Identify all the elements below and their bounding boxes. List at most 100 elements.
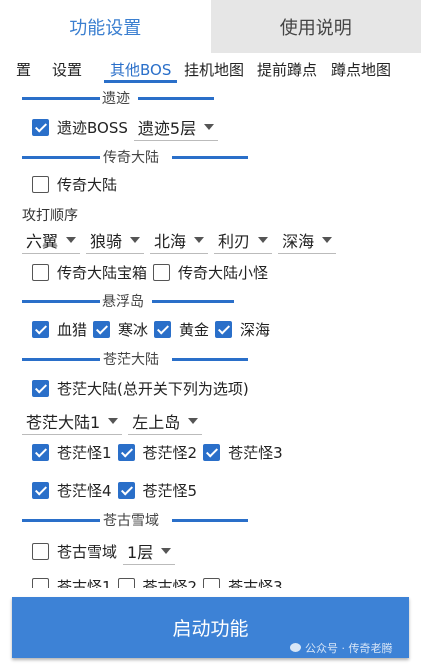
chuanqi-minion-label: 传奇大陆小怪 <box>178 264 269 282</box>
cangmang-monster-checkbox-4[interactable] <box>32 482 49 499</box>
sub-tab-bar: 置 设置 其他BOS 挂机地图 提前蹲点 蹲点地图 <box>0 53 421 87</box>
attack-order-row: 六翼 狼骑 北海 利刃 深海 <box>22 227 342 254</box>
xuanfu-label-1: 血猎 <box>57 321 88 339</box>
order-select-2[interactable]: 狼骑 <box>86 227 145 254</box>
cangmang-select-row: 苍茫大陆1 左上岛 <box>22 408 208 435</box>
yiji-row: 遗迹BOSS 遗迹5层 <box>32 114 224 141</box>
cangmang-monster-checkbox-3[interactable] <box>203 444 221 461</box>
section-divider-canggu: 苍古雪域 <box>22 512 248 529</box>
order-select-3[interactable]: 北海 <box>150 227 209 254</box>
xuanfu-label-3: 黄金 <box>179 321 210 339</box>
order-select-4[interactable]: 利刃 <box>214 227 273 254</box>
top-tab-bar: 功能设置 使用说明 <box>0 0 421 53</box>
order-value-4: 利刃 <box>218 232 251 251</box>
yiji-boss-label: 遗迹BOSS <box>57 119 128 137</box>
cangmang-monster-checkbox-5[interactable] <box>117 482 135 499</box>
xuanfu-checkbox-4[interactable] <box>215 321 233 338</box>
cangmang-monster-checkbox-1[interactable] <box>32 444 49 461</box>
chuanqi-chest-checkbox[interactable] <box>32 264 49 281</box>
order-value-5: 深海 <box>282 232 315 251</box>
section-divider-cangmang: 苍茫大陆 <box>22 351 248 368</box>
canggu-monster-label-1: 苍古怪1 <box>57 578 112 588</box>
subtab-camp-map[interactable]: 蹲点地图 <box>331 59 391 80</box>
order-select-1[interactable]: 六翼 <box>22 227 81 254</box>
chuanqi-minion-checkbox[interactable] <box>153 264 171 281</box>
canggu-floor-value: 1层 <box>127 543 154 562</box>
xuanfu-checkbox-2[interactable] <box>93 321 111 338</box>
chuanqi-main-label: 传奇大陆 <box>57 176 118 194</box>
canggu-main-row: 苍古雪域 1层 <box>32 538 181 565</box>
xuanfu-checkbox-1[interactable] <box>32 321 49 338</box>
yiji-floor-value: 遗迹5层 <box>137 119 197 138</box>
cangmang-monster-label-4: 苍茫怪4 <box>57 482 112 500</box>
yiji-floor-select[interactable]: 遗迹5层 <box>133 114 219 141</box>
cangmang-monster-label-3: 苍茫怪3 <box>228 444 283 462</box>
canggu-monster-checkbox-3[interactable] <box>203 578 221 588</box>
subtab-early-camp[interactable]: 提前蹲点 <box>257 59 317 80</box>
xuanfu-label-2: 寒冰 <box>118 321 149 339</box>
cangmang-region-select[interactable]: 苍茫大陆1 <box>22 408 123 435</box>
yiji-boss-checkbox[interactable] <box>32 119 49 136</box>
order-select-5[interactable]: 深海 <box>278 227 337 254</box>
dropdown-arrow-icon <box>204 124 215 130</box>
active-tab-indicator <box>104 80 177 83</box>
chuanqi-chest-label: 传奇大陆宝箱 <box>57 264 148 282</box>
dropdown-arrow-icon <box>161 548 172 554</box>
xuanfu-row: 血猎 寒冰 黄金 深海 <box>32 319 276 340</box>
canggu-monster-label-2: 苍古怪2 <box>142 578 198 588</box>
xuanfu-checkbox-3[interactable] <box>154 321 172 338</box>
section-title-yiji: 遗迹 <box>102 91 130 107</box>
watermark: 公众号 · 传奇老腾 <box>290 640 393 656</box>
chuanqi-main-row: 传奇大陆 <box>32 174 123 195</box>
canggu-monster-checkbox-2[interactable] <box>117 578 135 588</box>
canggu-floor-select[interactable]: 1层 <box>123 538 176 565</box>
canggu-monster-checkbox-1[interactable] <box>32 578 49 588</box>
section-title-cangmang: 苍茫大陆 <box>103 352 159 368</box>
wechat-icon <box>290 643 301 652</box>
order-value-1: 六翼 <box>26 232 59 251</box>
chuanqi-extra-row: 传奇大陆宝箱 传奇大陆小怪 <box>32 262 274 283</box>
cangmang-main-checkbox[interactable] <box>32 380 49 397</box>
tab-usage-guide[interactable]: 使用说明 <box>210 0 421 53</box>
cangmang-monster-label-1: 苍茫怪1 <box>57 444 112 462</box>
section-title-chuanqi: 传奇大陆 <box>103 150 159 166</box>
dropdown-arrow-icon <box>130 237 141 243</box>
tab-function-settings[interactable]: 功能设置 <box>0 0 211 53</box>
dropdown-arrow-icon <box>66 237 77 243</box>
canggu-partial-inner: 苍古怪1 苍古怪2 苍古怪3 <box>32 576 289 588</box>
attack-order-label: 攻打顺序 <box>22 208 78 224</box>
section-divider-xuanfu: 悬浮岛 <box>22 293 248 310</box>
xuanfu-label-4: 深海 <box>240 321 271 339</box>
cangmang-monster-checkbox-2[interactable] <box>117 444 135 461</box>
cangmang-island-value: 左上岛 <box>132 413 181 432</box>
chuanqi-main-checkbox[interactable] <box>32 176 49 193</box>
section-title-canggu: 苍古雪域 <box>103 513 159 529</box>
dropdown-arrow-icon <box>194 237 205 243</box>
cangmang-region-value: 苍茫大陆1 <box>26 413 101 432</box>
cangmang-main-label: 苍茫大陆(总开关下列为选项) <box>57 380 249 398</box>
subtab-settings[interactable]: 设置 <box>52 59 82 80</box>
dropdown-arrow-icon <box>322 237 333 243</box>
cangmang-monster-label-2: 苍茫怪2 <box>142 444 198 462</box>
subtab-partial[interactable]: 置 <box>16 59 31 80</box>
section-divider-yiji: 遗迹 <box>22 90 248 107</box>
cangmang-main-row: 苍茫大陆(总开关下列为选项) <box>32 378 255 399</box>
watermark-text: 公众号 · 传奇老腾 <box>305 642 393 655</box>
cangmang-island-select[interactable]: 左上岛 <box>128 408 203 435</box>
canggu-main-checkbox[interactable] <box>32 543 49 560</box>
cangmang-monster-label-5: 苍茫怪5 <box>142 482 198 500</box>
section-title-xuanfu: 悬浮岛 <box>102 294 144 310</box>
canggu-monster-label-3: 苍古怪3 <box>228 578 283 588</box>
dropdown-arrow-icon <box>188 418 199 424</box>
order-value-3: 北海 <box>154 232 187 251</box>
canggu-partial-row: 苍古怪1 苍古怪2 苍古怪3 <box>28 574 328 588</box>
subtab-other-boss[interactable]: 其他BOS <box>110 59 171 80</box>
section-divider-chuanqi: 传奇大陆 <box>22 149 248 166</box>
canggu-main-label: 苍古雪域 <box>57 543 118 561</box>
dropdown-arrow-icon <box>108 418 119 424</box>
cangmang-row-2: 苍茫怪4 苍茫怪5 <box>32 480 203 501</box>
subtab-afk-map[interactable]: 挂机地图 <box>184 59 244 80</box>
order-value-2: 狼骑 <box>90 232 123 251</box>
cangmang-row-1: 苍茫怪1 苍茫怪2 苍茫怪3 <box>32 442 289 463</box>
dropdown-arrow-icon <box>258 237 269 243</box>
